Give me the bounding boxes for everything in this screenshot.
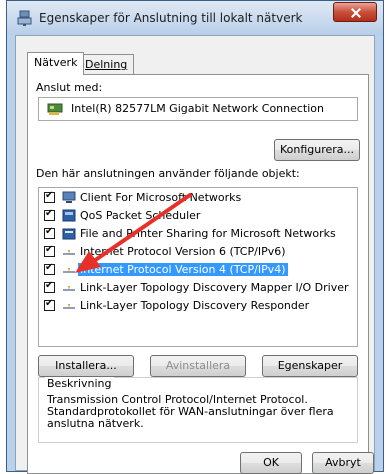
list-item-lltd-mapper[interactable]: Link-Layer Topology Discovery Mapper I/O… (39, 280, 357, 296)
cancel-button[interactable]: Avbryt (312, 452, 374, 474)
checkbox[interactable] (44, 208, 55, 221)
sharing-icon (62, 228, 76, 240)
list-item-ipv4[interactable]: Internet Protocol Version 4 (TCP/IPv4) (39, 262, 357, 278)
network-connection-icon (17, 10, 32, 26)
tab-sharing[interactable]: Delning (78, 54, 135, 74)
list-item-label: Link-Layer Topology Discovery Responder (80, 299, 310, 312)
protocol-icon (63, 268, 75, 273)
tab-panel-network: Anslut med: Intel(R) 82577LM Gigabit Net… (27, 74, 369, 474)
list-item-sharing[interactable]: File and Printer Sharing for Microsoft N… (39, 226, 357, 242)
checkbox[interactable] (44, 226, 55, 239)
tab-sharing-label: Delning (85, 58, 128, 71)
list-item-label: Internet Protocol Version 6 (TCP/IPv6) (80, 245, 286, 258)
list-item-ipv6[interactable]: Internet Protocol Version 6 (TCP/IPv6) (39, 244, 357, 260)
properties-button[interactable]: Egenskaper (262, 355, 358, 377)
tab-network[interactable]: Nätverk (27, 52, 85, 75)
protocol-icon (63, 250, 75, 255)
list-item-label: QoS Packet Scheduler (80, 209, 201, 222)
description-title: Beskrivning (45, 377, 114, 390)
configure-button[interactable]: Konfigurera... (274, 139, 360, 161)
adapter-name: Intel(R) 82577LM Gigabit Network Connect… (71, 102, 324, 115)
protocol-icon (63, 286, 75, 291)
list-item-label: File and Printer Sharing for Microsoft N… (80, 227, 336, 240)
adapter-box: Intel(R) 82577LM Gigabit Network Connect… (38, 97, 358, 121)
dialog-body: Nätverk Delning Anslut med: Intel(R) 825… (15, 35, 375, 474)
description-text: Transmission Control Protocol/Internet P… (47, 393, 334, 430)
install-button[interactable]: Installera... (38, 355, 134, 377)
checkbox[interactable] (44, 298, 55, 311)
list-item-label: Client For Microsoft Networks (80, 191, 242, 204)
network-adapter-icon (47, 103, 63, 115)
protocol-icon (63, 304, 75, 309)
checkbox[interactable] (44, 280, 55, 293)
ok-button[interactable]: OK (240, 452, 302, 474)
items-label: Den här anslutningen använder följande o… (36, 167, 300, 180)
connect-using-label: Anslut med: (36, 81, 103, 94)
close-button[interactable] (333, 2, 377, 22)
window-title: Egenskaper för Anslutning till lokalt nä… (39, 11, 303, 25)
uninstall-button[interactable]: Avinstallera (150, 355, 246, 377)
list-item-lltd-responder[interactable]: Link-Layer Topology Discovery Responder (39, 298, 357, 314)
components-list[interactable]: Client For Microsoft Networks QoS Packet… (38, 187, 358, 347)
qos-icon (62, 209, 76, 222)
properties-dialog: Egenskaper för Anslutning till lokalt nä… (6, 0, 384, 474)
checkbox[interactable] (44, 244, 55, 257)
client-icon (62, 191, 76, 203)
list-item-client[interactable]: Client For Microsoft Networks (39, 190, 357, 206)
list-item-qos[interactable]: QoS Packet Scheduler (39, 208, 357, 224)
list-item-label: Link-Layer Topology Discovery Mapper I/O… (80, 281, 349, 294)
checkbox[interactable] (44, 190, 55, 203)
description-group: Beskrivning Transmission Control Protoco… (38, 377, 358, 443)
checkbox[interactable] (44, 262, 55, 275)
title-bar[interactable]: Egenskaper för Anslutning till lokalt nä… (7, 1, 383, 35)
list-item-label: Internet Protocol Version 4 (TCP/IPv4) (78, 263, 288, 276)
